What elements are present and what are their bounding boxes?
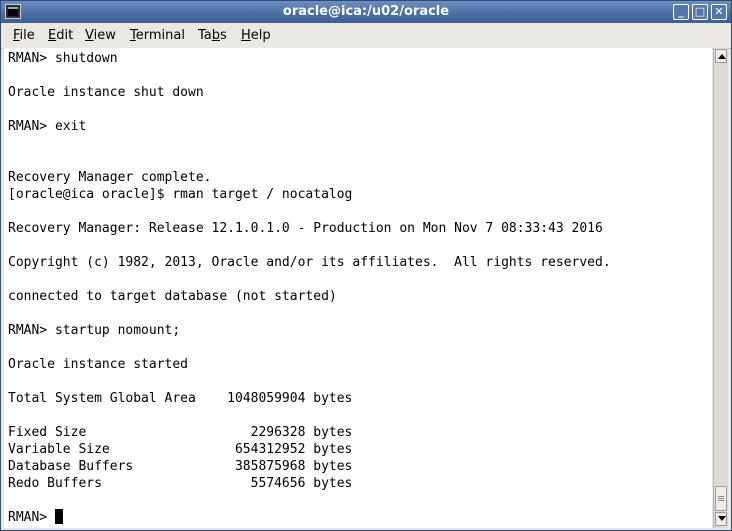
scrollbar-thumb[interactable] (715, 486, 727, 511)
text-cursor (54, 509, 63, 524)
minimize-button[interactable]: _ (673, 4, 689, 20)
menu-edit[interactable]: Edit (48, 28, 73, 44)
title-bar[interactable]: oracle@ica:/u02/oracle _ □ ✕ (1, 1, 731, 23)
menu-bar: File Edit View Terminal Tabs Help (1, 23, 731, 49)
terminal-line: connected to target database (not starte… (8, 289, 337, 304)
maximize-button[interactable]: □ (692, 4, 708, 20)
terminal-window: oracle@ica:/u02/oracle _ □ ✕ File Edit V… (0, 0, 732, 531)
terminal-line: Recovery Manager complete. (8, 170, 212, 185)
menu-file[interactable]: File (13, 28, 35, 44)
terminal-line: Database Buffers 385875968 bytes (8, 459, 353, 474)
terminal-line: Variable Size 654312952 bytes (8, 442, 353, 457)
menu-terminal[interactable]: Terminal (130, 28, 185, 44)
terminal-line: Oracle instance shut down (8, 85, 204, 100)
terminal-line: Recovery Manager: Release 12.1.0.1.0 - P… (8, 221, 603, 236)
terminal-text: RMAN> shutdown Oracle instance shut down R… (8, 50, 611, 526)
terminal-line: RMAN> shutdown (8, 51, 118, 66)
window-title: oracle@ica:/u02/oracle (282, 4, 450, 19)
terminal-output[interactable]: RMAN> shutdown Oracle instance shut down R… (4, 48, 712, 528)
terminal-line: Copyright (c) 1982, 2013, Oracle and/or … (8, 255, 611, 270)
vertical-scrollbar[interactable] (713, 48, 728, 528)
terminal-line: RMAN> startup nomount; (8, 323, 181, 338)
menu-tabs[interactable]: Tabs (198, 28, 227, 44)
terminal-line: RMAN> (8, 509, 611, 526)
arrow-up-icon[interactable] (715, 49, 727, 63)
menu-help[interactable]: Help (241, 28, 271, 44)
menu-view[interactable]: View (85, 28, 116, 44)
terminal-line: Fixed Size 2296328 bytes (8, 425, 353, 440)
terminal-line: Redo Buffers 5574656 bytes (8, 476, 353, 491)
close-button[interactable]: ✕ (711, 4, 727, 20)
arrow-down-icon[interactable] (715, 512, 727, 526)
terminal-line: Total System Global Area 1048059904 byte… (8, 391, 353, 406)
terminal-line: Oracle instance started (8, 357, 189, 372)
terminal-line: [oracle@ica oracle]$ rman target / nocat… (8, 187, 353, 202)
terminal-line: RMAN> exit (8, 119, 87, 134)
